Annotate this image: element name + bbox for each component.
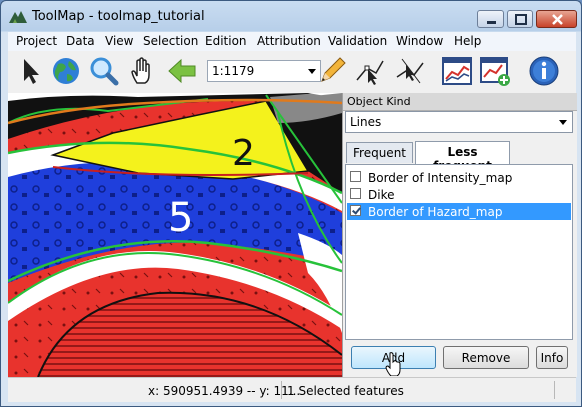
menu-edition[interactable]: Edition — [205, 34, 247, 48]
info-button-label: Info — [540, 351, 564, 365]
object-kind-dropdown[interactable]: Lines — [345, 111, 573, 133]
map-label-5: 5 — [168, 195, 193, 241]
checkbox[interactable] — [350, 188, 361, 199]
list-item-label: Border of Intensity_map — [368, 171, 513, 185]
chevron-down-icon — [308, 69, 316, 74]
app-window: ToolMap - toolmap_tutorial Project Data … — [0, 0, 582, 407]
list-item-label: Dike — [368, 188, 395, 202]
tab-frequent[interactable]: Frequent — [346, 142, 413, 163]
hand-cursor-icon — [385, 352, 401, 376]
close-button[interactable] — [536, 10, 577, 28]
status-selection: 1 Selected features — [287, 384, 404, 398]
status-bar: x: 590951.4939 -- y: 11... 1 Selected fe… — [8, 377, 576, 402]
globe-icon[interactable] — [50, 55, 82, 87]
object-kind-panel: Object Kind Lines Frequent Less frequent… — [342, 93, 577, 377]
menu-help[interactable]: Help — [454, 34, 481, 48]
maximize-button[interactable] — [507, 10, 533, 28]
checkbox[interactable] — [350, 171, 361, 182]
zoom-magnifier-icon[interactable] — [88, 55, 120, 87]
object-kind-list: Border of Intensity_map Dike Border of H… — [345, 164, 573, 340]
menu-window[interactable]: Window — [396, 34, 443, 48]
map-canvas[interactable]: 2 5 — [8, 93, 342, 377]
chevron-down-icon — [559, 120, 567, 125]
menu-selection[interactable]: Selection — [143, 34, 198, 48]
status-separator — [281, 381, 282, 399]
checkbox-checked[interactable] — [350, 205, 361, 216]
list-item-label: Border of Hazard_map — [368, 205, 503, 219]
list-item[interactable]: Border of Intensity_map — [347, 169, 571, 186]
panel-title: Object Kind — [347, 95, 411, 108]
close-icon — [552, 14, 563, 25]
toolbar: 1:1179 — [8, 51, 576, 94]
list-item-selected[interactable]: Border of Hazard_map — [347, 203, 571, 220]
minimize-button[interactable] — [477, 10, 504, 28]
app-logo-icon — [9, 11, 27, 23]
status-coordinates: x: 590951.4939 -- y: 11... — [148, 384, 301, 398]
chart-profile-icon[interactable] — [441, 55, 473, 87]
modify-line-icon[interactable] — [394, 55, 426, 87]
maximize-icon — [515, 14, 527, 25]
edit-vertex-icon[interactable] — [354, 55, 386, 87]
pencil-icon[interactable] — [316, 55, 348, 87]
list-item[interactable]: Dike — [347, 186, 571, 203]
minimize-icon — [487, 21, 496, 24]
map-drawing: 2 5 — [8, 93, 342, 377]
title-bar[interactable]: ToolMap - toolmap_tutorial — [1, 1, 581, 32]
menu-data[interactable]: Data — [66, 34, 95, 48]
status-separator — [554, 381, 555, 399]
remove-button-label: Remove — [461, 351, 511, 365]
menu-project[interactable]: Project — [16, 34, 57, 48]
tab-less-frequent[interactable]: Less frequent — [415, 141, 510, 173]
menu-validation[interactable]: Validation — [328, 34, 387, 48]
menu-bar: Project Data View Selection Edition Attr… — [8, 32, 576, 51]
object-kind-value: Lines — [350, 115, 382, 129]
tab-frequent-label: Frequent — [353, 146, 406, 160]
menu-attribution[interactable]: Attribution — [257, 34, 321, 48]
menu-view[interactable]: View — [105, 34, 133, 48]
panel-header: Object Kind — [343, 93, 577, 111]
back-arrow-icon[interactable] — [166, 55, 198, 87]
map-label-2: 2 — [232, 133, 255, 174]
info-icon[interactable] — [528, 55, 560, 87]
remove-button[interactable]: Remove — [443, 346, 529, 369]
scale-value: 1:1179 — [212, 64, 255, 78]
window-title: ToolMap - toolmap_tutorial — [32, 9, 205, 24]
scale-dropdown[interactable]: 1:1179 — [207, 60, 321, 82]
arrow-select-icon[interactable] — [14, 55, 46, 87]
chart-add-icon[interactable] — [479, 55, 511, 87]
info-button[interactable]: Info — [536, 346, 568, 369]
pan-hand-icon[interactable] — [127, 55, 159, 87]
